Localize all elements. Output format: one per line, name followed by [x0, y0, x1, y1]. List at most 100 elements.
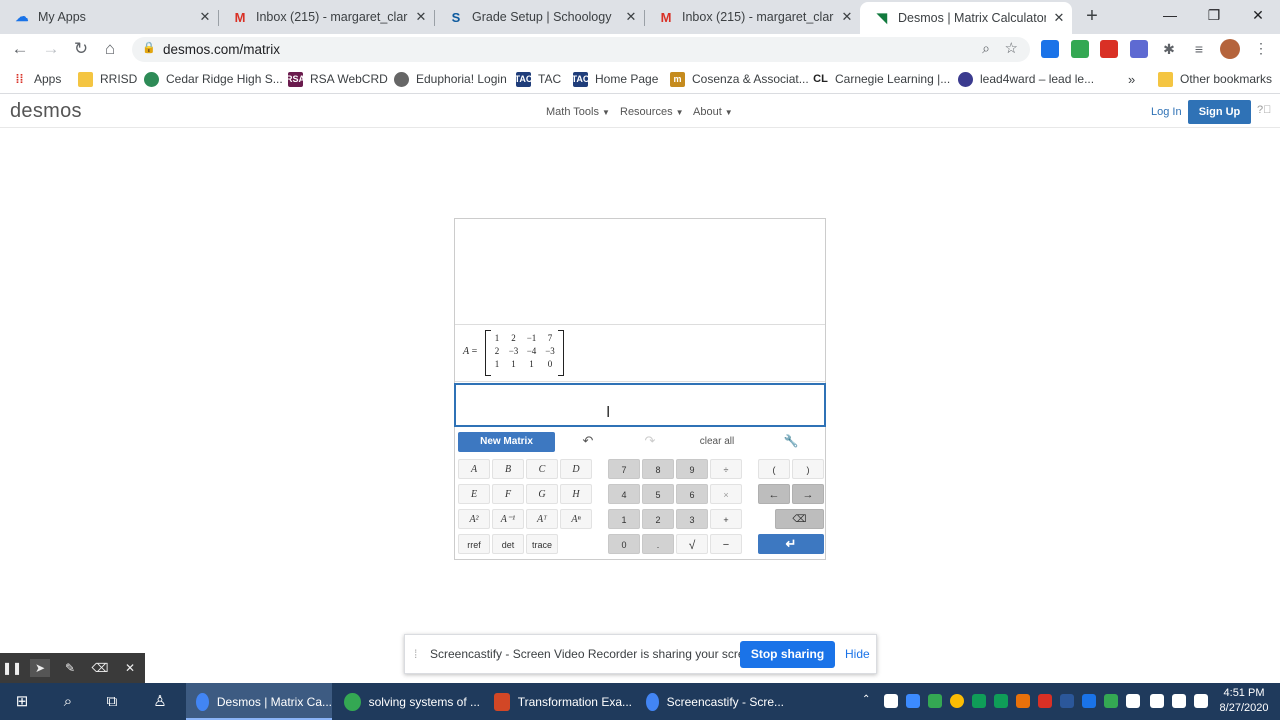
- extension-classroom-icon[interactable]: [1071, 40, 1089, 58]
- key-g[interactable]: G: [526, 484, 558, 504]
- bookmark-other-bookmarks[interactable]: Other bookmarks: [1158, 70, 1272, 88]
- key-7[interactable]: 7: [608, 459, 640, 479]
- key-divide[interactable]: ÷: [710, 459, 742, 479]
- chrome-menu-icon[interactable]: ⋮: [1254, 40, 1268, 57]
- battery-icon[interactable]: [1150, 694, 1164, 708]
- key-2[interactable]: 2: [642, 509, 674, 529]
- drag-handle-icon[interactable]: ⁞: [414, 647, 417, 661]
- search-icon[interactable]: ⌕: [57, 691, 79, 713]
- clear-all-button[interactable]: clear all: [693, 432, 741, 452]
- key-3[interactable]: 3: [676, 509, 708, 529]
- bookmark-cedar-ridge[interactable]: Cedar Ridge High S...: [144, 70, 283, 88]
- taskbar-app-desmos[interactable]: Desmos | Matrix Ca...: [186, 683, 332, 720]
- tray-overflow-icon[interactable]: ⌃: [862, 694, 876, 708]
- cursor-icon[interactable]: ➤: [30, 659, 50, 677]
- key-a-power[interactable]: Aⁿ: [560, 509, 592, 529]
- key-right-arrow[interactable]: →: [792, 484, 824, 504]
- pinned-app-icon[interactable]: ♙: [149, 691, 171, 713]
- key-rref[interactable]: rref: [458, 534, 490, 554]
- security-icon[interactable]: [928, 694, 942, 708]
- windows-start-icon[interactable]: ⊞: [11, 691, 33, 713]
- key-minus[interactable]: −: [710, 534, 742, 554]
- stop-sharing-button[interactable]: Stop sharing: [740, 641, 835, 668]
- taskbar-app-powerpoint[interactable]: Transformation Exa...: [484, 683, 632, 720]
- key-sqrt[interactable]: √: [676, 534, 708, 554]
- key-6[interactable]: 6: [676, 484, 708, 504]
- key-open-paren[interactable]: (: [758, 459, 790, 479]
- new-tab-icon[interactable]: +: [1080, 4, 1104, 28]
- enter-icon[interactable]: ↵: [758, 534, 824, 554]
- home-icon[interactable]: ⌂: [99, 38, 121, 60]
- maximize-icon[interactable]: ❐: [1192, 0, 1236, 30]
- address-bar[interactable]: 🔒 desmos.com/matrix ⌕ ☆: [132, 37, 1030, 62]
- system-clock[interactable]: 4:51 PM 8/27/2020: [1212, 686, 1276, 716]
- tab-gmail-inbox[interactable]: M Inbox (215) - margaret_clark@ ✕: [218, 0, 434, 34]
- bookmark-lead4ward[interactable]: lead4ward – lead le...: [958, 70, 1094, 88]
- tray-app-icon[interactable]: [1104, 694, 1118, 708]
- forward-icon[interactable]: →: [40, 38, 62, 60]
- tray-app-icon[interactable]: [906, 694, 920, 708]
- undo-icon[interactable]: ↶: [577, 431, 599, 451]
- log-in-link[interactable]: Log In: [1151, 106, 1182, 118]
- close-icon[interactable]: ✕: [120, 659, 140, 677]
- reload-icon[interactable]: ↻: [70, 38, 92, 60]
- redo-icon[interactable]: ↷: [639, 431, 661, 451]
- key-d[interactable]: D: [560, 459, 592, 479]
- tray-app-icon[interactable]: [994, 694, 1008, 708]
- bookmark-star-icon[interactable]: ☆: [1005, 39, 1018, 57]
- bookmark-tac[interactable]: TAC TAC: [515, 70, 561, 88]
- zoom-icon[interactable]: ⌕: [982, 40, 990, 57]
- back-icon[interactable]: ←: [9, 38, 31, 60]
- wrench-icon[interactable]: 🔧: [780, 431, 802, 451]
- wifi-icon[interactable]: [1194, 694, 1208, 708]
- taskbar-app-screencastify[interactable]: Screencastify - Scre...: [636, 683, 784, 720]
- bookmark-cosenza[interactable]: m Cosenza & Associat...: [670, 70, 809, 88]
- key-multiply[interactable]: ×: [710, 484, 742, 504]
- close-icon[interactable]: ✕: [618, 9, 644, 25]
- profile-avatar[interactable]: [1220, 39, 1240, 59]
- key-decimal[interactable]: .: [642, 534, 674, 554]
- display-icon[interactable]: [1126, 694, 1140, 708]
- close-icon[interactable]: ✕: [834, 9, 860, 25]
- backspace-icon[interactable]: ⌫: [775, 509, 824, 529]
- key-left-arrow[interactable]: ←: [758, 484, 790, 504]
- tab-desmos-matrix[interactable]: ◥ Desmos | Matrix Calculator ✕: [860, 2, 1072, 34]
- close-icon[interactable]: ✕: [192, 9, 218, 25]
- key-c[interactable]: C: [526, 459, 558, 479]
- nav-about[interactable]: About ▼: [693, 106, 733, 118]
- bookmark-rrisd[interactable]: RRISD: [78, 70, 137, 88]
- word-icon[interactable]: [1060, 694, 1074, 708]
- bookmark-rsa-webcrd[interactable]: RSA RSA WebCRD: [286, 70, 388, 88]
- nav-resources[interactable]: Resources ▼: [620, 106, 684, 118]
- key-e[interactable]: E: [458, 484, 490, 504]
- new-matrix-button[interactable]: New Matrix: [458, 432, 555, 452]
- expression-input[interactable]: I: [454, 383, 826, 427]
- microphone-icon[interactable]: [884, 694, 898, 708]
- reading-list-icon[interactable]: ≡: [1190, 40, 1208, 58]
- bookmark-eduphoria[interactable]: Eduphoria! Login: [394, 70, 507, 88]
- key-b[interactable]: B: [492, 459, 524, 479]
- chrome-tray-icon[interactable]: [950, 694, 964, 708]
- window-close-icon[interactable]: ✕: [1236, 0, 1280, 30]
- extensions-puzzle-icon[interactable]: ✱: [1160, 40, 1178, 58]
- key-9[interactable]: 9: [676, 459, 708, 479]
- bookmark-home-page[interactable]: TAC Home Page: [572, 70, 658, 88]
- tab-my-apps[interactable]: ☁ My Apps ✕: [0, 0, 218, 34]
- volume-icon[interactable]: [1172, 694, 1186, 708]
- key-1[interactable]: 1: [608, 509, 640, 529]
- key-h[interactable]: H: [560, 484, 592, 504]
- close-icon[interactable]: ✕: [1046, 10, 1072, 26]
- pen-icon[interactable]: ✎: [60, 659, 80, 677]
- close-icon[interactable]: ✕: [408, 9, 434, 25]
- pause-icon[interactable]: ❚❚: [2, 659, 22, 677]
- help-icon[interactable]: ?⃝: [1257, 104, 1271, 116]
- bookmarks-overflow-icon[interactable]: »: [1128, 70, 1135, 88]
- desmos-logo[interactable]: desmos: [10, 100, 82, 123]
- hide-button[interactable]: Hide: [845, 647, 870, 661]
- task-view-icon[interactable]: ⧉: [101, 691, 123, 713]
- extension-timer-icon[interactable]: [1130, 40, 1148, 58]
- eraser-icon[interactable]: ⌫: [90, 659, 110, 677]
- key-8[interactable]: 8: [642, 459, 674, 479]
- tray-app-icon[interactable]: [972, 694, 986, 708]
- key-5[interactable]: 5: [642, 484, 674, 504]
